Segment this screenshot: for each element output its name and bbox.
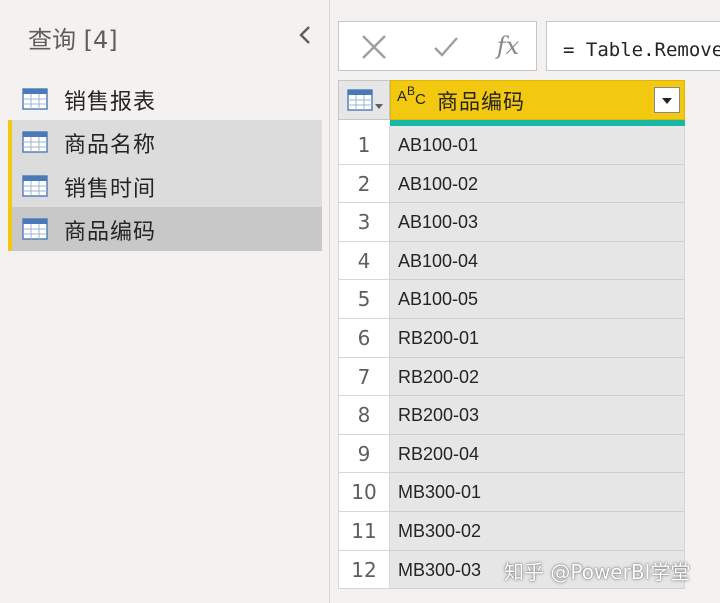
cell-value[interactable]: RB200-03 — [390, 396, 685, 435]
collapse-chevron-icon[interactable] — [296, 24, 316, 46]
query-item-label: 销售报表 — [64, 90, 157, 115]
query-item-label: 商品编码 — [64, 220, 157, 245]
query-item-sales-report[interactable]: 销售报表 — [8, 77, 322, 121]
row-number[interactable]: 5 — [338, 280, 390, 319]
dropdown-arrow-icon — [662, 98, 672, 104]
query-accent-bar — [8, 120, 12, 164]
cell-value[interactable]: AB100-04 — [390, 241, 685, 281]
row-number[interactable]: 2 — [338, 164, 390, 204]
queries-title: 查询 [4] — [28, 26, 118, 54]
table-row: 8 RB200-03 — [338, 396, 685, 435]
cell-value[interactable]: AB100-01 — [390, 126, 685, 165]
formula-buttons: fx — [338, 21, 537, 71]
fx-icon[interactable]: fx — [491, 30, 525, 62]
row-number[interactable]: 12 — [338, 550, 390, 590]
cell-value[interactable]: MB300-02 — [390, 512, 685, 551]
type-letter-c: C — [415, 91, 426, 108]
cell-value[interactable]: RB200-04 — [390, 434, 685, 474]
table-row: 3 AB100-03 — [338, 203, 685, 242]
table-row: 6 RB200-01 — [338, 319, 685, 358]
column-header-product-code[interactable]: ABC 商品编码 — [390, 80, 685, 120]
watermark: 知乎 @PowerBI学堂 — [504, 560, 691, 584]
queries-pane: 查询 [4] 销售报表 商品名称 销售时间 商品编码 — [0, 0, 329, 603]
table-row: 10 MB300-01 — [338, 473, 685, 512]
cell-value[interactable]: AB100-05 — [390, 280, 685, 319]
cell-value[interactable]: AB100-03 — [390, 203, 685, 242]
type-letter-b: B — [407, 84, 416, 98]
query-item-label: 销售时间 — [64, 177, 157, 202]
row-number[interactable]: 10 — [338, 473, 390, 512]
table-icon — [22, 218, 48, 240]
table-row: 5 AB100-05 — [338, 280, 685, 319]
text-type-icon[interactable]: ABC — [397, 84, 426, 108]
row-number[interactable]: 1 — [338, 126, 390, 165]
cancel-x-icon[interactable] — [359, 33, 389, 61]
row-number[interactable]: 9 — [338, 434, 390, 474]
query-item-product-name[interactable]: 商品名称 — [8, 120, 322, 164]
table-row: 2 AB100-02 — [338, 164, 685, 204]
table-icon — [22, 88, 48, 110]
formula-text: = Table.RemoveColumns(源,{"商品名称", "销售时间"}… — [563, 39, 720, 61]
table-menu-button[interactable] — [338, 80, 390, 120]
column-filter-dropdown[interactable] — [654, 87, 680, 113]
table-menu-icon — [347, 89, 383, 111]
commit-check-icon[interactable] — [431, 33, 461, 61]
table-row: 1 AB100-01 — [338, 126, 685, 165]
table-row: 9 RB200-04 — [338, 434, 685, 474]
data-grid: ABC 商品编码 1 AB100-01 2 AB100-02 3 AB100-0… — [338, 80, 685, 590]
row-number[interactable]: 11 — [338, 512, 390, 551]
cell-value[interactable]: RB200-01 — [390, 319, 685, 358]
row-number[interactable]: 7 — [338, 357, 390, 397]
query-accent-bar — [8, 164, 12, 208]
table-row: 4 AB100-04 — [338, 241, 685, 281]
cell-value[interactable]: RB200-02 — [390, 357, 685, 397]
formula-input[interactable]: = Table.RemoveColumns(源,{"商品名称", "销售时间"}… — [546, 21, 720, 71]
row-number[interactable]: 6 — [338, 319, 390, 358]
query-item-label: 商品名称 — [64, 133, 157, 158]
table-row: 11 MB300-02 — [338, 512, 685, 551]
table-icon — [22, 131, 48, 153]
type-letter-a: A — [397, 88, 408, 105]
table-icon — [22, 175, 48, 197]
query-item-sales-time[interactable]: 销售时间 — [8, 164, 322, 208]
row-number[interactable]: 4 — [338, 241, 390, 281]
column-header-label: 商品编码 — [437, 90, 525, 114]
query-item-product-code[interactable]: 商品编码 — [8, 207, 322, 251]
cell-value[interactable]: AB100-02 — [390, 164, 685, 204]
query-accent-bar — [8, 207, 12, 251]
cell-value[interactable]: MB300-01 — [390, 473, 685, 512]
row-number[interactable]: 3 — [338, 203, 390, 242]
pane-divider[interactable] — [329, 0, 330, 603]
row-number[interactable]: 8 — [338, 396, 390, 435]
table-row: 7 RB200-02 — [338, 357, 685, 397]
